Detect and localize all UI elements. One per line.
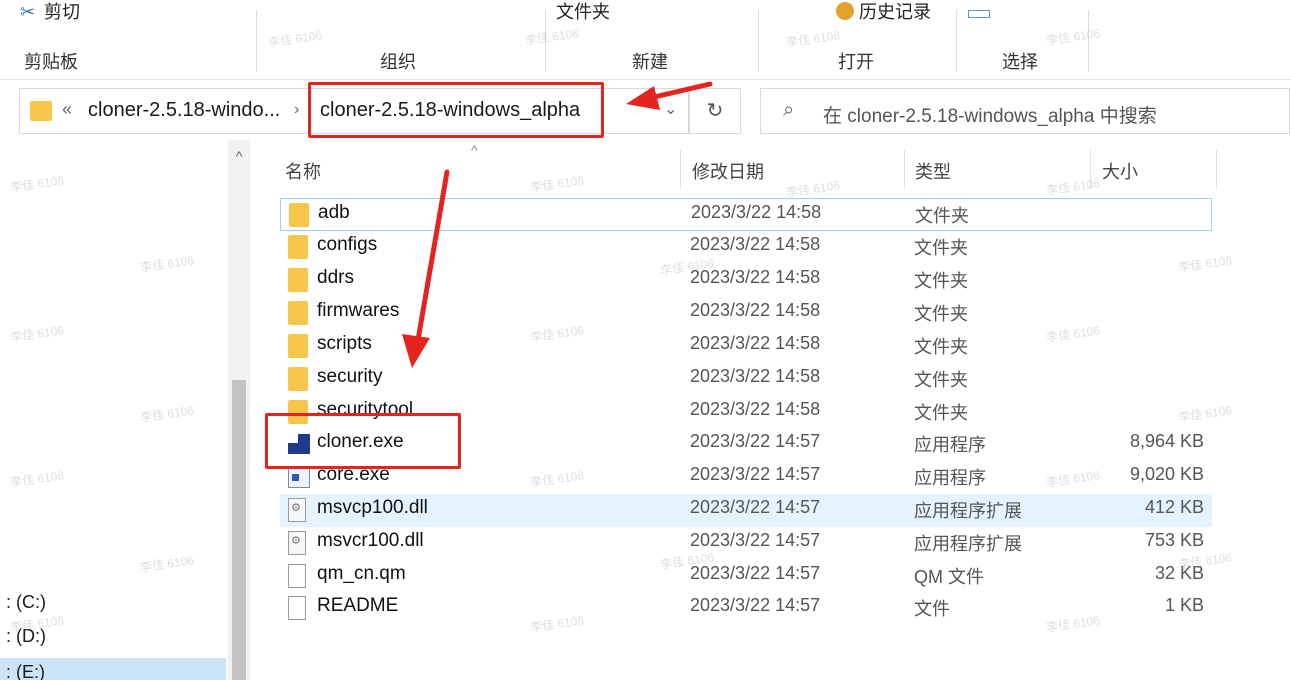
folder-icon xyxy=(288,235,308,259)
file-size: 412 KB xyxy=(1144,497,1204,517)
select-icon[interactable] xyxy=(968,0,994,30)
history-button[interactable]: 历史记录 xyxy=(836,0,931,30)
file-name: msvcr100.dll xyxy=(317,530,424,551)
column-header-type[interactable]: 类型 xyxy=(915,158,951,184)
chevron-right-icon[interactable]: › xyxy=(294,101,299,119)
group-organize: 组织 xyxy=(380,52,416,72)
sort-ascending-icon: ^ xyxy=(471,142,478,158)
file-name: security xyxy=(317,366,383,387)
file-type: 文件夹 xyxy=(914,238,968,258)
file-type: 文件夹 xyxy=(915,206,969,226)
column-header-date[interactable]: 修改日期 xyxy=(692,158,764,184)
watermark: 李佳 6106 xyxy=(1045,176,1101,198)
refresh-icon: ↻ xyxy=(706,100,724,122)
file-name: README xyxy=(317,595,399,616)
group-select: 选择 xyxy=(1002,52,1038,72)
ribbon-divider xyxy=(256,10,257,72)
column-header-size[interactable]: 大小 xyxy=(1102,158,1138,184)
file-size: 8,964 KB xyxy=(1129,431,1204,451)
document-icon xyxy=(288,564,306,588)
nav-scrollbar[interactable]: ^ xyxy=(228,140,250,680)
folder-icon xyxy=(288,334,308,358)
file-size: 753 KB xyxy=(1144,530,1204,550)
file-type: 文件夹 xyxy=(914,337,968,357)
file-date: 2023/3/22 14:58 xyxy=(690,234,821,254)
document-icon xyxy=(288,596,306,620)
refresh-button[interactable]: ↻ xyxy=(689,88,741,134)
annotation-box-cloner-exe xyxy=(265,413,461,469)
chevron-down-icon[interactable]: ⌄ xyxy=(664,99,677,119)
file-row[interactable]: security 2023/3/22 14:58 文件夹 xyxy=(280,363,1212,396)
scissors-icon: ✂ xyxy=(20,2,36,22)
history-icon xyxy=(836,2,854,21)
file-name: firmwares xyxy=(317,300,400,321)
file-row[interactable]: adb 2023/3/22 14:58 文件夹 xyxy=(280,198,1212,231)
file-row[interactable]: ddrs 2023/3/22 14:58 文件夹 xyxy=(280,264,1212,297)
file-date: 2023/3/22 14:58 xyxy=(690,399,821,419)
file-date: 2023/3/22 14:57 xyxy=(690,497,821,517)
file-type: 文件夹 xyxy=(914,403,968,423)
folder-icon xyxy=(288,301,308,325)
nav-drive-e[interactable]: : (E:) xyxy=(0,658,226,680)
group-open: 打开 xyxy=(838,52,874,72)
folder-icon xyxy=(289,203,309,227)
watermark: 李佳 6106 xyxy=(529,173,585,195)
dll-icon xyxy=(288,531,306,555)
group-clipboard: 剪贴板 xyxy=(24,52,78,72)
file-type: 文件夹 xyxy=(914,271,968,291)
double-chevron-left-icon[interactable]: « xyxy=(62,99,72,120)
file-date: 2023/3/22 14:58 xyxy=(690,300,821,320)
file-size: 9,020 KB xyxy=(1129,464,1204,484)
search-icon: ⌕ xyxy=(783,99,795,121)
file-date: 2023/3/22 14:57 xyxy=(690,563,821,583)
search-input[interactable]: 在 cloner-2.5.18-windows_alpha 中搜索 xyxy=(823,101,1157,128)
file-date: 2023/3/22 14:58 xyxy=(690,366,821,386)
file-row[interactable]: qm_cn.qm 2023/3/22 14:57 QM 文件 32 KB xyxy=(280,560,1212,593)
file-row[interactable]: msvcr100.dll 2023/3/22 14:57 应用程序扩展 753 … xyxy=(280,527,1212,560)
file-name: configs xyxy=(317,234,378,255)
file-type: 文件夹 xyxy=(914,370,968,390)
file-name: adb xyxy=(318,202,350,223)
file-name: qm_cn.qm xyxy=(317,563,406,584)
nav-drive-c[interactable]: : (C:) xyxy=(6,592,46,613)
file-date: 2023/3/22 14:57 xyxy=(690,595,821,615)
file-name: scripts xyxy=(317,333,372,354)
folder-icon xyxy=(288,367,308,391)
file-date: 2023/3/22 14:57 xyxy=(690,464,821,484)
ribbon-divider xyxy=(956,10,957,72)
column-divider[interactable] xyxy=(904,150,905,188)
folder-icon xyxy=(30,101,52,121)
annotation-box-folder xyxy=(308,82,604,138)
file-date: 2023/3/22 14:58 xyxy=(690,333,821,353)
file-type: 应用程序扩展 xyxy=(914,501,1022,521)
file-type: 文件 xyxy=(914,599,950,619)
file-name: ddrs xyxy=(317,267,354,288)
column-divider[interactable] xyxy=(1216,150,1217,188)
group-new: 新建 xyxy=(632,52,668,72)
file-row[interactable]: configs 2023/3/22 14:58 文件夹 xyxy=(280,231,1212,264)
scroll-up-icon[interactable]: ^ xyxy=(228,148,250,164)
breadcrumb-parent[interactable]: cloner-2.5.18-windo... xyxy=(88,99,280,122)
dll-icon xyxy=(288,498,306,522)
file-type: 应用程序 xyxy=(914,435,986,455)
scrollbar-thumb[interactable] xyxy=(232,380,246,680)
file-type: 应用程序 xyxy=(914,468,986,488)
file-size: 1 KB xyxy=(1164,595,1204,615)
cut-button[interactable]: ✂ 剪切 xyxy=(20,0,80,30)
file-type: 应用程序扩展 xyxy=(914,534,1022,554)
file-type: QM 文件 xyxy=(914,567,984,587)
file-date: 2023/3/22 14:58 xyxy=(691,202,822,222)
column-divider[interactable] xyxy=(680,150,681,188)
app-icon xyxy=(288,468,310,488)
file-row[interactable]: msvcp100.dll 2023/3/22 14:57 应用程序扩展 412 … xyxy=(280,494,1212,527)
search-box[interactable]: ⌕ 在 cloner-2.5.18-windows_alpha 中搜索 xyxy=(760,88,1290,134)
folder-icon xyxy=(288,268,308,292)
file-name: msvcp100.dll xyxy=(317,497,428,518)
ribbon-divider xyxy=(758,10,759,72)
file-type: 文件夹 xyxy=(914,304,968,324)
file-date: 2023/3/22 14:57 xyxy=(690,431,821,451)
column-header-name[interactable]: 名称 xyxy=(285,158,321,184)
